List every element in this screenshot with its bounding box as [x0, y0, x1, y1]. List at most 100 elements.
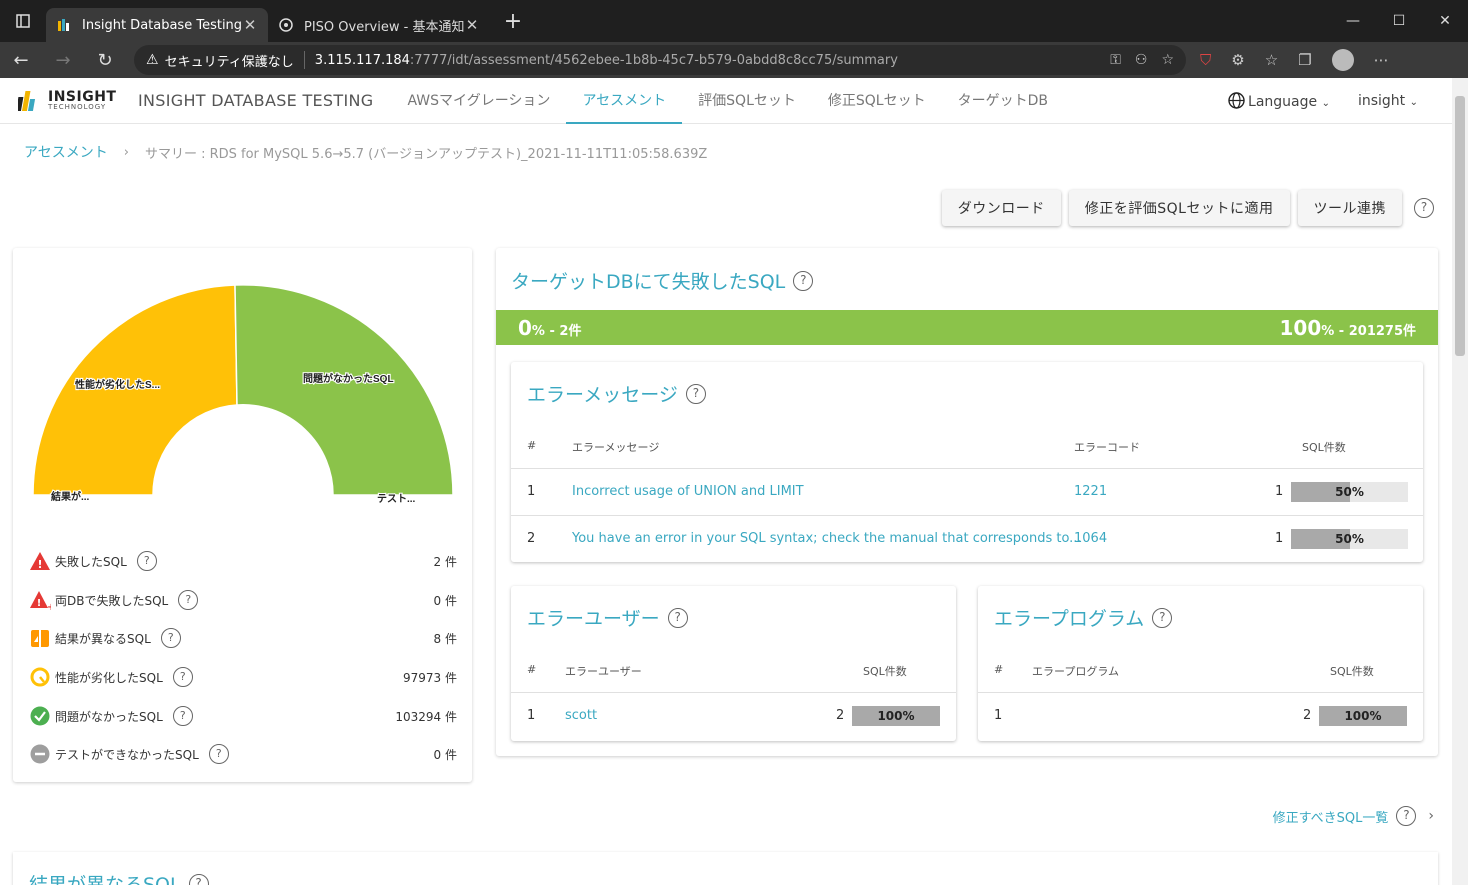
page-scrollbar[interactable] [1452, 78, 1468, 885]
help-icon[interactable]: ? [172, 667, 193, 687]
error-message-link[interactable]: Incorrect usage of UNION and LIMIT [572, 484, 804, 499]
nav-assessment[interactable]: アセスメント [566, 78, 683, 124]
result-diff-icon [29, 627, 51, 649]
user-menu[interactable]: insight ⌄ [1358, 93, 1418, 109]
apply-fix-button[interactable]: 修正を評価SQLセットに適用 [1068, 190, 1290, 226]
extensions-puzzle-icon[interactable]: ⚙ [1231, 51, 1244, 69]
help-icon[interactable]: ? [667, 607, 688, 628]
progress-bar: 100% [852, 706, 940, 726]
col-message: エラーメッセージ [572, 441, 660, 454]
stat-row-both-failed[interactable]: !+ 両DBで失敗したSQL ? 0 件 [29, 588, 459, 613]
stat-row-degraded[interactable]: 性能が劣化したSQL ? 97973 件 [29, 665, 459, 689]
help-icon[interactable]: ? [160, 628, 181, 648]
nav-aws-migration[interactable]: AWSマイグレーション [391, 78, 566, 124]
stat-value: 0 件 [433, 747, 457, 762]
table-row[interactable]: 1 scott 2 100% [511, 693, 956, 740]
profile-avatar[interactable] [1331, 49, 1354, 71]
failed-warning-icon: ! [29, 550, 51, 572]
stat-value: 103294 件 [395, 709, 457, 724]
progress-bar: 100% [1319, 706, 1407, 726]
target-failed-title: ターゲットDBにて失敗したSQL [511, 271, 786, 293]
favorites-icon[interactable]: ☆ [1265, 51, 1278, 69]
key-icon[interactable]: ⚿ [1110, 52, 1121, 68]
breadcrumb-root-link[interactable]: アセスメント [24, 142, 108, 162]
language-menu[interactable]: Language ⌄ [1228, 91, 1330, 110]
progress-bar: 50% [1291, 529, 1408, 549]
table-header: # エラーメッセージ エラーコード SQL件数 [511, 423, 1423, 469]
help-icon[interactable]: ? [178, 590, 199, 610]
svg-text:!: ! [37, 598, 42, 609]
help-icon[interactable]: ? [208, 744, 229, 764]
progress-label: 100% [877, 709, 915, 723]
sql-count: 1 [1275, 531, 1284, 546]
window-menu-icon[interactable] [0, 0, 46, 42]
nav-fix-sql-set[interactable]: 修正SQLセット [812, 78, 942, 124]
performance-degraded-icon [29, 666, 51, 688]
forward-arrow-icon[interactable]: → [42, 42, 84, 78]
browser-tab-insight[interactable]: Insight Database Testing ✕ [46, 8, 268, 42]
minimize-icon[interactable]: — [1330, 0, 1376, 42]
stat-row-untested[interactable]: テストができなかったSQL ? 0 件 [29, 742, 459, 766]
product-name: INSIGHT DATABASE TESTING [138, 91, 374, 110]
help-icon[interactable]: ? [136, 551, 157, 571]
fix-sql-list-link[interactable]: 修正すべきSQL一覧 ? › [1273, 806, 1434, 826]
shield-extension-icon[interactable]: ⛉ [1200, 51, 1211, 69]
table-row[interactable]: 1 Incorrect usage of UNION and LIMIT 122… [511, 469, 1423, 516]
col-program: エラープログラム [1032, 665, 1120, 678]
close-window-icon[interactable]: ✕ [1422, 0, 1468, 42]
more-menu-icon[interactable]: ⋯ [1374, 51, 1389, 69]
new-tab-icon[interactable]: + [498, 9, 528, 34]
card-title: ターゲットDBにて失敗したSQL ? [511, 267, 814, 294]
stat-row-failed[interactable]: ! 失敗したSQL ? 2 件 [29, 549, 459, 573]
help-icon[interactable]: ? [1414, 198, 1434, 218]
collections-icon[interactable]: ❐ [1298, 51, 1311, 69]
col-count: SQL件数 [1330, 665, 1374, 678]
stat-row-result-diff[interactable]: 結果が異なるSQL ? 8 件 [29, 626, 459, 650]
help-icon[interactable]: ? [172, 706, 193, 726]
fix-sql-list-label: 修正すべきSQL一覧 [1272, 810, 1389, 826]
table-row[interactable]: 2 You have an error in your SQL syntax; … [511, 516, 1423, 563]
col-num: # [527, 663, 537, 676]
maximize-icon[interactable]: ☐ [1376, 0, 1422, 42]
error-user-link[interactable]: scott [565, 708, 597, 723]
browser-tab-piso[interactable]: PISO Overview - 基本通知 ✕ [268, 8, 490, 42]
scrollbar-thumb[interactable] [1455, 96, 1465, 356]
download-button[interactable]: ダウンロード [941, 190, 1061, 226]
progress-label: 50% [1335, 532, 1364, 546]
error-code-link[interactable]: 1064 [1074, 531, 1107, 546]
url-field[interactable]: ⚠ セキュリティ保護なし 3.115.117.184 :7777/idt/ass… [134, 45, 1186, 75]
nav-target-db[interactable]: ターゲットDB [942, 78, 1064, 124]
security-label: セキュリティ保護なし [164, 54, 294, 70]
table-row[interactable]: 1 2 100% [978, 693, 1423, 740]
nav-eval-sql-set[interactable]: 評価SQLセット [682, 78, 812, 124]
error-message-link[interactable]: You have an error in your SQL syntax; ch… [572, 531, 1082, 546]
stat-label: テストができなかったSQL [55, 747, 199, 762]
gauge-label-diff: 結果が... [51, 490, 90, 503]
user-label: insight [1357, 92, 1406, 109]
tool-integration-button[interactable]: ツール連携 [1297, 190, 1402, 226]
help-icon[interactable]: ? [188, 873, 209, 885]
stat-value: 8 件 [433, 631, 457, 646]
both-failed-warning-icon: !+ [29, 589, 55, 613]
help-icon[interactable]: ? [1396, 806, 1417, 826]
error-code-link[interactable]: 1221 [1074, 484, 1107, 499]
help-icon[interactable]: ? [685, 383, 706, 404]
reload-icon[interactable]: ↻ [84, 42, 126, 78]
error-programs-title: エラープログラム [994, 608, 1145, 630]
failed-ratio-bar: 0% - 2件 100% - 201275件 [496, 310, 1438, 345]
insight-logo[interactable]: INSIGHT TECHNOLOGY [15, 88, 124, 114]
url-host: 3.115.117.184 [314, 52, 410, 68]
back-arrow-icon[interactable]: ← [0, 42, 42, 78]
col-num: # [527, 439, 537, 452]
help-icon[interactable]: ? [1152, 607, 1173, 628]
sql-count: 2 [836, 708, 845, 723]
close-tab-icon[interactable]: ✕ [464, 16, 480, 34]
right-percent: 100 [1279, 315, 1322, 340]
help-icon[interactable]: ? [793, 270, 814, 291]
summary-card: 性能が劣化したS... 問題がなかったSQL 結果が... テスト... ! 失… [13, 248, 472, 782]
favorite-star-icon[interactable]: ☆ [1161, 52, 1174, 68]
close-tab-icon[interactable]: ✕ [242, 16, 258, 34]
profile-lock-icon[interactable]: ⚇ [1135, 52, 1148, 68]
stat-row-ok[interactable]: 問題がなかったSQL ? 103294 件 [29, 704, 459, 728]
gauge-label-untested: テスト... [377, 493, 416, 505]
